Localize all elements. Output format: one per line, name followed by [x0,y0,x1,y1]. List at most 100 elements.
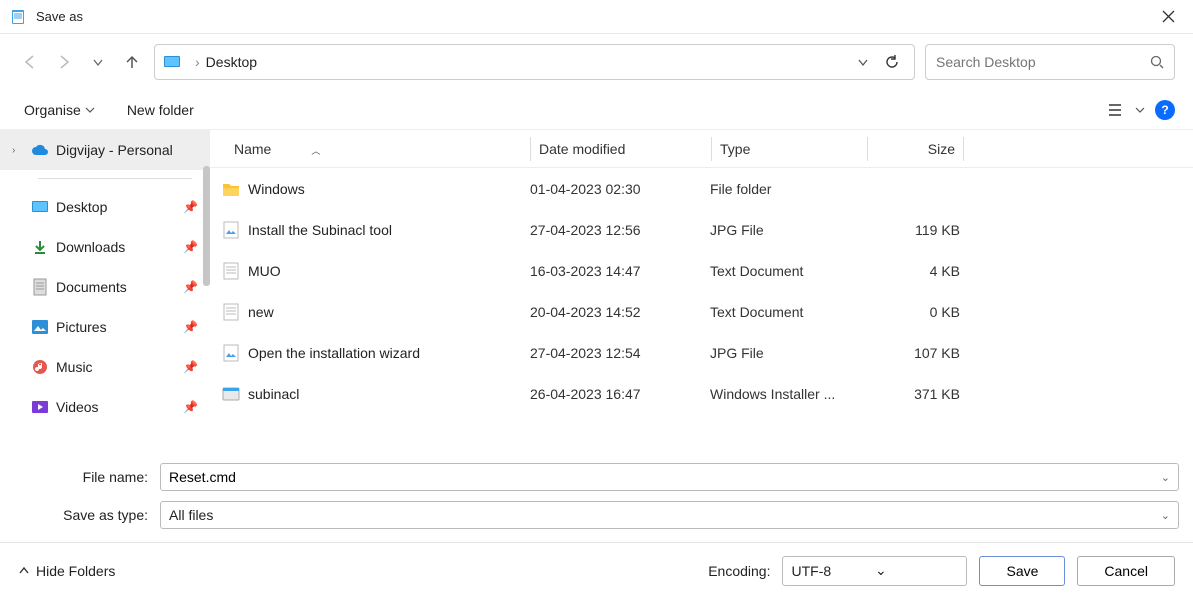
file-date: 27-04-2023 12:54 [530,345,710,361]
forward-button[interactable] [52,50,76,74]
filename-input-wrapper[interactable]: ⌄ [160,463,1179,491]
sidebar-item-downloads[interactable]: Downloads 📌 [0,227,210,267]
help-button[interactable]: ? [1155,100,1175,120]
col-size[interactable]: Size [868,141,963,157]
column-header: Name︿ Date modified Type Size [210,130,1193,168]
videos-icon [30,397,50,417]
file-type: JPG File [710,345,865,361]
organise-menu[interactable]: Organise [18,98,101,122]
file-name: Open the installation wizard [248,345,420,361]
encoding-value: UTF-8 [791,563,875,579]
saveastype-label: Save as type: [14,507,152,523]
sidebar-item-music[interactable]: Music 📌 [0,347,210,387]
file-pane: Name︿ Date modified Type Size Windows 01… [210,130,1193,450]
encoding-select[interactable]: UTF-8 ⌄ [782,556,967,586]
download-icon [30,237,50,257]
file-type: JPG File [710,222,865,238]
address-history-dropdown[interactable] [848,55,878,69]
sidebar-item-label: Documents [56,279,127,295]
cancel-button[interactable]: Cancel [1077,556,1175,586]
file-row[interactable]: MUO 16-03-2023 14:47 Text Document 4 KB [210,250,1193,291]
search-input[interactable] [936,54,1150,70]
search-icon [1150,55,1164,69]
file-name: Windows [248,181,305,197]
desktop-icon [163,53,181,71]
sidebar-item-pictures[interactable]: Pictures 📌 [0,307,210,347]
col-date[interactable]: Date modified [531,141,711,157]
file-type: Text Document [710,263,865,279]
pin-icon: 📌 [183,320,198,334]
sidebar-item-desktop[interactable]: Desktop 📌 [0,187,210,227]
window-title: Save as [36,9,83,24]
save-form: File name: ⌄ Save as type: All files ⌄ [0,450,1193,542]
chevron-right-icon[interactable]: › [12,145,24,156]
pin-icon: 📌 [183,280,198,294]
file-type: Text Document [710,304,865,320]
organise-label: Organise [24,102,81,118]
close-button[interactable] [1154,6,1183,27]
file-size: 371 KB [865,386,960,402]
file-row[interactable]: Windows 01-04-2023 02:30 File folder [210,168,1193,209]
sidebar-item-documents[interactable]: Documents 📌 [0,267,210,307]
pin-icon: 📌 [183,360,198,374]
text-file-icon [222,303,240,321]
chevron-down-icon[interactable]: ⌄ [1161,471,1170,484]
recent-dropdown[interactable] [86,50,110,74]
file-date: 01-04-2023 02:30 [530,181,710,197]
col-type[interactable]: Type [712,141,867,157]
file-size: 0 KB [865,304,960,320]
file-name: MUO [248,263,281,279]
save-button[interactable]: Save [979,556,1065,586]
file-row[interactable]: Install the Subinacl tool 27-04-2023 12:… [210,209,1193,250]
sidebar-item-label: Videos [56,399,99,415]
encoding-label: Encoding: [708,563,770,579]
sidebar-scrollbar[interactable] [203,166,210,286]
new-folder-label: New folder [127,102,194,118]
sidebar-item-label: Music [56,359,93,375]
file-date: 26-04-2023 16:47 [530,386,710,402]
saveastype-select[interactable]: All files ⌄ [160,501,1179,529]
file-row[interactable]: subinacl 26-04-2023 16:47 Windows Instal… [210,373,1193,414]
file-type: File folder [710,181,865,197]
chevron-down-icon: ⌄ [1161,509,1170,522]
file-size: 107 KB [865,345,960,361]
sidebar-separator [38,178,192,179]
pin-icon: 📌 [183,240,198,254]
sidebar-item-label: Downloads [56,239,125,255]
filename-label: File name: [14,469,152,485]
search-box[interactable] [925,44,1175,80]
file-name: Install the Subinacl tool [248,222,392,238]
refresh-button[interactable] [878,54,906,70]
up-button[interactable] [120,50,144,74]
chevron-right-icon: › [195,54,200,70]
file-size: 119 KB [865,222,960,238]
notepad-icon [10,9,26,25]
file-row[interactable]: new 20-04-2023 14:52 Text Document 0 KB [210,291,1193,332]
sidebar: › Digvijay - Personal Desktop 📌 Download… [0,130,210,450]
sidebar-item-label: Digvijay - Personal [56,142,173,158]
sidebar-item-onedrive[interactable]: › Digvijay - Personal [0,130,210,170]
filename-input[interactable] [169,469,1161,485]
col-name[interactable]: Name︿ [210,141,530,157]
desktop-icon [30,197,50,217]
titlebar: Save as [0,0,1193,34]
back-button[interactable] [18,50,42,74]
address-bar[interactable]: › Desktop [154,44,915,80]
breadcrumb-location[interactable]: Desktop [206,54,257,70]
image-file-icon [222,221,240,239]
toolbar: Organise New folder ? [0,90,1193,130]
new-folder-button[interactable]: New folder [121,98,200,122]
hide-folders-button[interactable]: Hide Folders [18,563,115,579]
file-type: Windows Installer ... [710,386,865,402]
view-options-button[interactable] [1107,102,1125,118]
pictures-icon [30,317,50,337]
image-file-icon [222,344,240,362]
text-file-icon [222,262,240,280]
view-dropdown[interactable] [1135,105,1145,115]
file-row[interactable]: Open the installation wizard 27-04-2023 … [210,332,1193,373]
chevron-down-icon: ⌄ [875,562,959,579]
sidebar-item-label: Desktop [56,199,107,215]
sidebar-item-videos[interactable]: Videos 📌 [0,387,210,427]
file-date: 16-03-2023 14:47 [530,263,710,279]
file-name: new [248,304,274,320]
